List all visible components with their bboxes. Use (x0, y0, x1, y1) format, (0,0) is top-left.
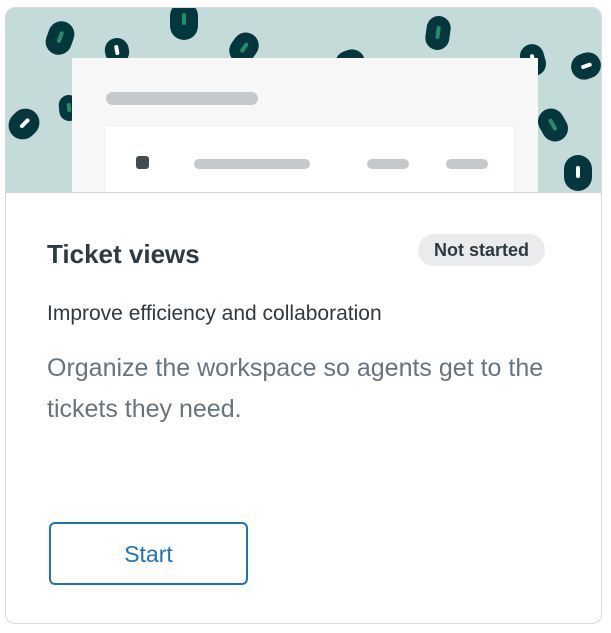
card-description: Organize the workspace so agents get to … (47, 354, 544, 423)
illustration-panel (72, 58, 538, 192)
onboarding-card: Ticket views Not started Improve efficie… (5, 7, 602, 624)
start-button[interactable]: Start (49, 522, 248, 585)
card-title: Ticket views (47, 239, 200, 269)
status-badge: Not started (418, 234, 546, 266)
illustration-ticket-row (106, 126, 514, 192)
illustration-checkbox-placeholder (136, 156, 149, 169)
card-illustration (6, 8, 601, 193)
illustration-text-placeholder (194, 159, 310, 169)
illustration-text-placeholder (446, 159, 488, 169)
card-subtitle: Improve efficiency and collaboration (47, 302, 382, 325)
illustration-text-placeholder (367, 159, 409, 169)
illustration-title-placeholder (106, 92, 258, 105)
